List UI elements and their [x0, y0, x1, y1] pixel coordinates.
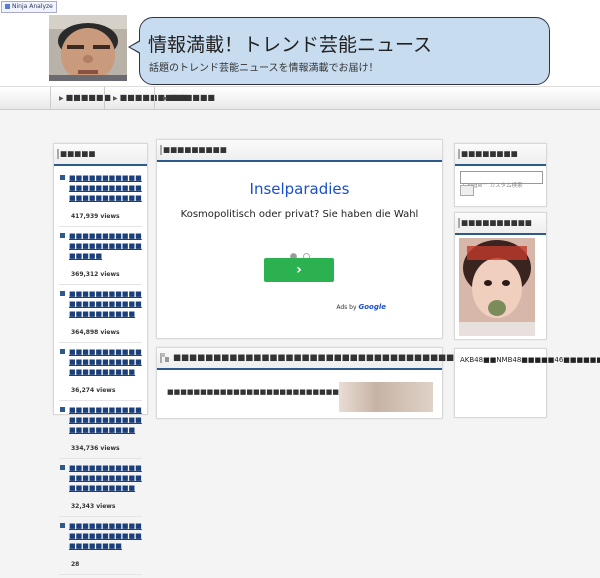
search-button[interactable] [460, 185, 474, 196]
search-heading: ■■■■■■■■ [455, 144, 546, 166]
nav-item-1[interactable]: ▶ ■■■■■■ [50, 87, 111, 109]
bullet-icon [60, 349, 65, 354]
ad-title[interactable]: Inselparadies [157, 180, 442, 198]
view-count: 364,898 views [71, 329, 120, 336]
article-header: ■■■■■■■■■■■■■■■■■■■■■■■■■■■■■■■■■■■■■■■■ [157, 348, 494, 370]
view-count: 28 [71, 561, 80, 568]
site-header: 情報満載！トレンド芸能ニュース 話題のトレンド芸能ニュースを情報満載でお届け！ [0, 14, 600, 86]
article-card: ■■■■■■■■■■■■■■■■■■■■■■■■■■■■■■■■■■■■■■■■… [156, 347, 494, 419]
chevron-right-icon: › [296, 262, 302, 278]
site-title[interactable]: 情報満載！トレンド芸能ニュース [148, 30, 432, 57]
ranking-widget: ■■■■■ ■■■■■■■■■■■■■■■■■■■■■■■■■■■■■■■■■ 4… [53, 143, 148, 575]
bullet-icon [60, 233, 65, 238]
view-count: 32,343 views [71, 503, 116, 510]
main-nav: ▶ ■■■■■■ ▶ ■■■■■■■■■ ▶ ■■■■■■ [0, 86, 600, 110]
search-widget: ■■■■■■■■ Google™ カスタム検索 [454, 143, 547, 207]
bullet-icon [60, 291, 65, 296]
search-input[interactable]: Google™ カスタム検索 [460, 171, 543, 189]
ninja-analyze-label: Ninja Analyze [12, 3, 53, 10]
ad-unit[interactable]: Inselparadies Kosmopolitisch oder privat… [157, 162, 442, 312]
article-title[interactable]: ■■■■■■■■■■■■■■■■■■■■■■■■■■■■■■■■■■■■■■■■ [173, 353, 494, 363]
image-widget: ■■■■■■■■■■ [454, 212, 547, 340]
speech-bubble: 情報満載！トレンド芸能ニュース 話題のトレンド芸能ニュースを情報満載でお届け！ [128, 17, 550, 85]
featured-photo[interactable] [459, 238, 535, 336]
girl-photo-image [459, 238, 535, 336]
ranking-title[interactable]: ■■■■■■■■■■■■■■■■■■■■■■■■■■■■■■■■ [69, 289, 142, 319]
view-count: 369,312 views [71, 271, 120, 278]
nav-item-3[interactable]: ▶ ■■■■■■ [154, 87, 215, 109]
list-item[interactable]: ■■■■■■■■■■■■■■■■■■■■■■■■■■■ 369,312 views [59, 227, 142, 285]
list-item[interactable]: ■■■■■■■■■■■■■■■■■■■■■■■■■■■■■■■■ 364,898 … [59, 285, 142, 343]
view-count: 334,736 views [71, 445, 120, 452]
view-count: 36,274 views [71, 387, 116, 394]
header-avatar[interactable] [49, 15, 127, 81]
ads-by-label: Ads by [336, 304, 357, 311]
ad-next-button[interactable]: › [264, 258, 334, 282]
nav-item-label: ■■■■■■ [169, 93, 215, 102]
list-item[interactable]: ■■■■■■■■■■■■■■■■■■■■■■■■■■■■■■ 28 [59, 517, 142, 575]
ranking-title[interactable]: ■■■■■■■■■■■■■■■■■■■■■■■■■■■ [69, 231, 142, 261]
google-logo-text: Google [358, 303, 386, 311]
arrow-right-icon: ▶ [163, 95, 168, 102]
news-headline[interactable]: AKB48■■NMB48■■■■■46■■■■■■■■■ [460, 355, 600, 365]
site-description: 話題のトレンド芸能ニュースを情報満載でお届け！ [149, 63, 379, 74]
man-face-image [49, 15, 127, 81]
ad-widget: ■■■■■■■■■ Inselparadies Kosmopolitisch o… [156, 139, 443, 339]
list-item[interactable]: ■■■■■■■■■■■■■■■■■■■■■■■■■■■■■■■■■ 417,939… [59, 169, 142, 227]
ads-by-google[interactable]: Ads by Google [336, 303, 386, 311]
bullet-icon [60, 407, 65, 412]
ranking-list: ■■■■■■■■■■■■■■■■■■■■■■■■■■■■■■■■■ 417,939… [54, 166, 147, 578]
bullet-icon [60, 523, 65, 528]
ranking-title[interactable]: ■■■■■■■■■■■■■■■■■■■■■■■■■■■■■■■■ [69, 347, 142, 377]
news-widget: AKB48■■NMB48■■■■■46■■■■■■■■■ [454, 348, 600, 418]
list-item[interactable]: ■■■■■■■■■■■■■■■■■■■■■■■■■■■■■■■■ 36,274 v… [59, 343, 142, 401]
bullet-icon [60, 465, 65, 470]
ranking-title[interactable]: ■■■■■■■■■■■■■■■■■■■■■■■■■■■■■■ [69, 521, 142, 551]
ninja-analyze-badge[interactable]: Ninja Analyze [1, 1, 57, 13]
ad-heading: ■■■■■■■■■ [157, 140, 442, 162]
bullet-icon [60, 175, 65, 180]
analytics-icon [5, 4, 10, 9]
list-item[interactable]: ■■■■■■■■■■■■■■■■■■■■■■■■■■■■■■■■ 32,343 v… [59, 459, 142, 517]
arrow-right-icon: ▶ [113, 95, 118, 102]
list-item[interactable]: ■■■■■■■■■■■■■■■■■■■■■■■■■■■■■■■■ 334,736 … [59, 401, 142, 459]
ranking-heading: ■■■■■ [54, 144, 147, 166]
article-thumbnail[interactable] [339, 382, 433, 412]
ranking-title[interactable]: ■■■■■■■■■■■■■■■■■■■■■■■■■■■■■■■■■ [69, 173, 142, 203]
ranking-title[interactable]: ■■■■■■■■■■■■■■■■■■■■■■■■■■■■■■■■ [69, 405, 142, 435]
ranking-title[interactable]: ■■■■■■■■■■■■■■■■■■■■■■■■■■■■■■■■ [69, 463, 142, 493]
arrow-right-icon: ▶ [59, 95, 64, 102]
top-strip: Ninja Analyze [0, 0, 600, 15]
document-icon [161, 353, 169, 362]
ad-text: Kosmopolitisch oder privat? Sie haben di… [180, 209, 419, 220]
view-count: 417,939 views [71, 213, 120, 220]
image-widget-heading: ■■■■■■■■■■ [455, 213, 546, 235]
